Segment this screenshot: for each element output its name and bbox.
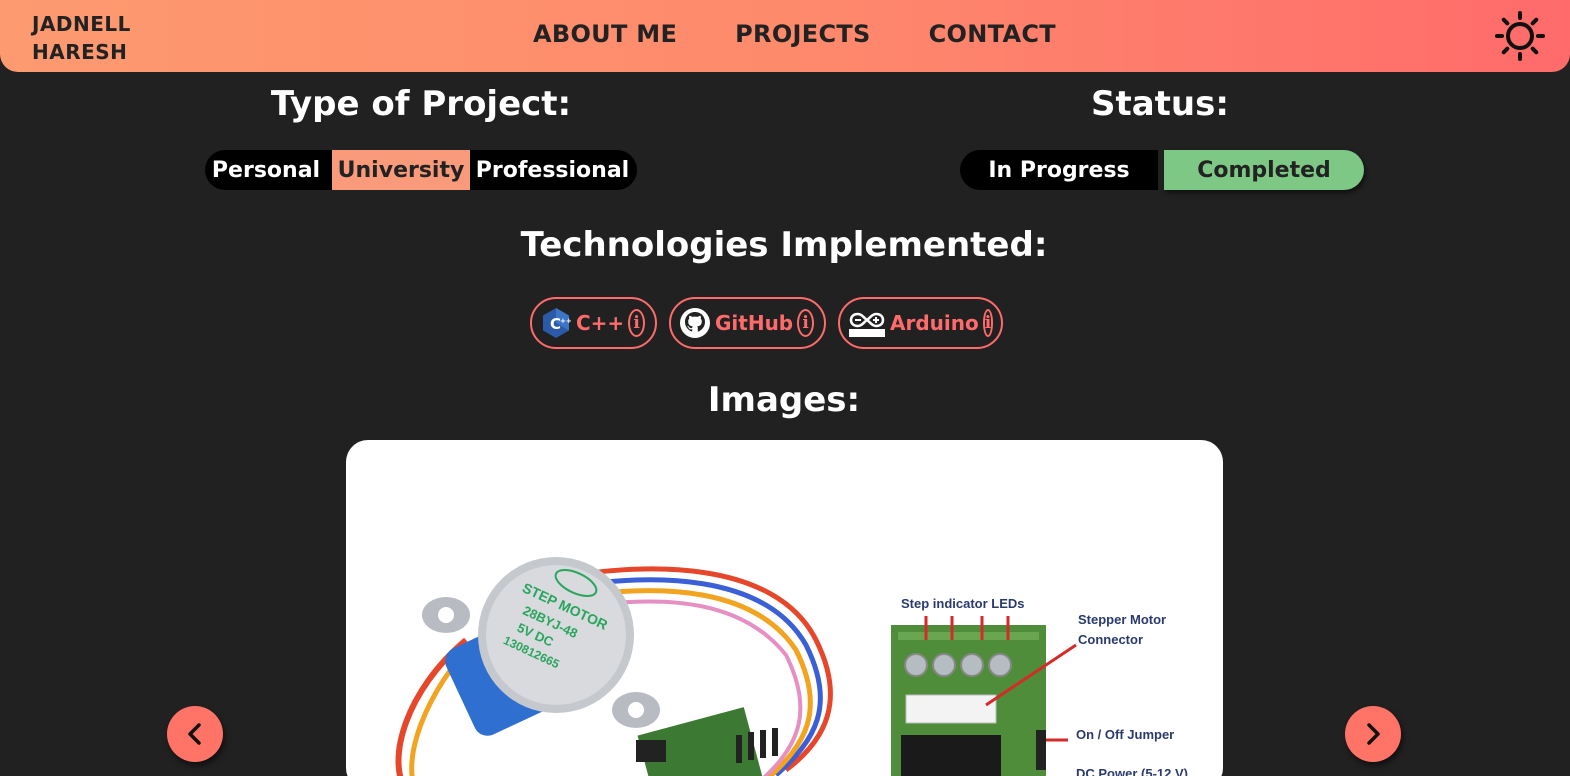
- site-header: JADNELL HARESH ABOUT ME PROJECTS CONTACT: [0, 0, 1570, 72]
- technologies-list: C ++ C++ i GitHub i Arduino i: [530, 297, 1003, 349]
- brand-logo[interactable]: JADNELL HARESH: [32, 10, 131, 66]
- annotation-power: DC Power (5-12 V): [1076, 766, 1188, 776]
- tech-label-cpp: C++: [576, 311, 625, 335]
- annotation-jumper: On / Off Jumper: [1076, 727, 1174, 742]
- type-option-professional[interactable]: Professional: [470, 150, 635, 190]
- project-image-card: STEP MOTOR 28BYJ-48 5V DC 130812665 Step…: [346, 440, 1223, 776]
- info-icon[interactable]: i: [982, 309, 994, 337]
- status-option-in-progress[interactable]: In Progress: [960, 150, 1158, 190]
- chevron-left-icon: [188, 723, 201, 745]
- brand-last-name: HARESH: [32, 40, 128, 64]
- next-image-button[interactable]: [1345, 706, 1401, 762]
- brand-first-name: JADNELL: [32, 12, 131, 36]
- main-nav: ABOUT ME PROJECTS CONTACT: [533, 20, 1114, 48]
- type-option-personal[interactable]: Personal: [205, 150, 327, 190]
- theme-toggle-button[interactable]: [1494, 10, 1546, 62]
- cpp-logo-icon: C ++: [540, 307, 572, 339]
- chevron-right-icon: [1367, 723, 1380, 745]
- images-heading: Images:: [707, 380, 861, 420]
- arduino-logo-icon: [848, 307, 886, 339]
- annotation-connector-1: Stepper Motor: [1078, 612, 1166, 627]
- sun-icon: [1495, 11, 1545, 61]
- annotation-leds: Step indicator LEDs: [901, 596, 1025, 611]
- tech-label-github: GitHub: [715, 311, 794, 335]
- tech-chip-github[interactable]: GitHub i: [669, 297, 826, 349]
- nav-about-me[interactable]: ABOUT ME: [533, 20, 677, 48]
- status-selector: In Progress Completed: [960, 150, 1364, 190]
- svg-text:++: ++: [560, 317, 572, 325]
- type-selector: Personal University Professional: [205, 150, 637, 190]
- tech-label-arduino: Arduino: [890, 311, 979, 335]
- nav-projects[interactable]: PROJECTS: [735, 20, 870, 48]
- type-heading: Type of Project:: [270, 84, 572, 124]
- github-logo-icon: [679, 307, 711, 339]
- previous-image-button[interactable]: [167, 706, 223, 762]
- nav-contact[interactable]: CONTACT: [929, 20, 1056, 48]
- type-option-university[interactable]: University: [332, 150, 470, 190]
- annotation-connector-2: Connector: [1078, 632, 1143, 647]
- technologies-heading: Technologies Implemented:: [520, 225, 1048, 265]
- tech-chip-cpp[interactable]: C ++ C++ i: [530, 297, 657, 349]
- tech-chip-arduino[interactable]: Arduino i: [838, 297, 1003, 349]
- stepper-motor-image: STEP MOTOR 28BYJ-48 5V DC 130812665 Step…: [395, 557, 1188, 776]
- status-option-completed[interactable]: Completed: [1164, 150, 1364, 190]
- info-icon[interactable]: i: [628, 309, 645, 337]
- info-icon[interactable]: i: [797, 309, 814, 337]
- status-heading: Status:: [1091, 84, 1229, 124]
